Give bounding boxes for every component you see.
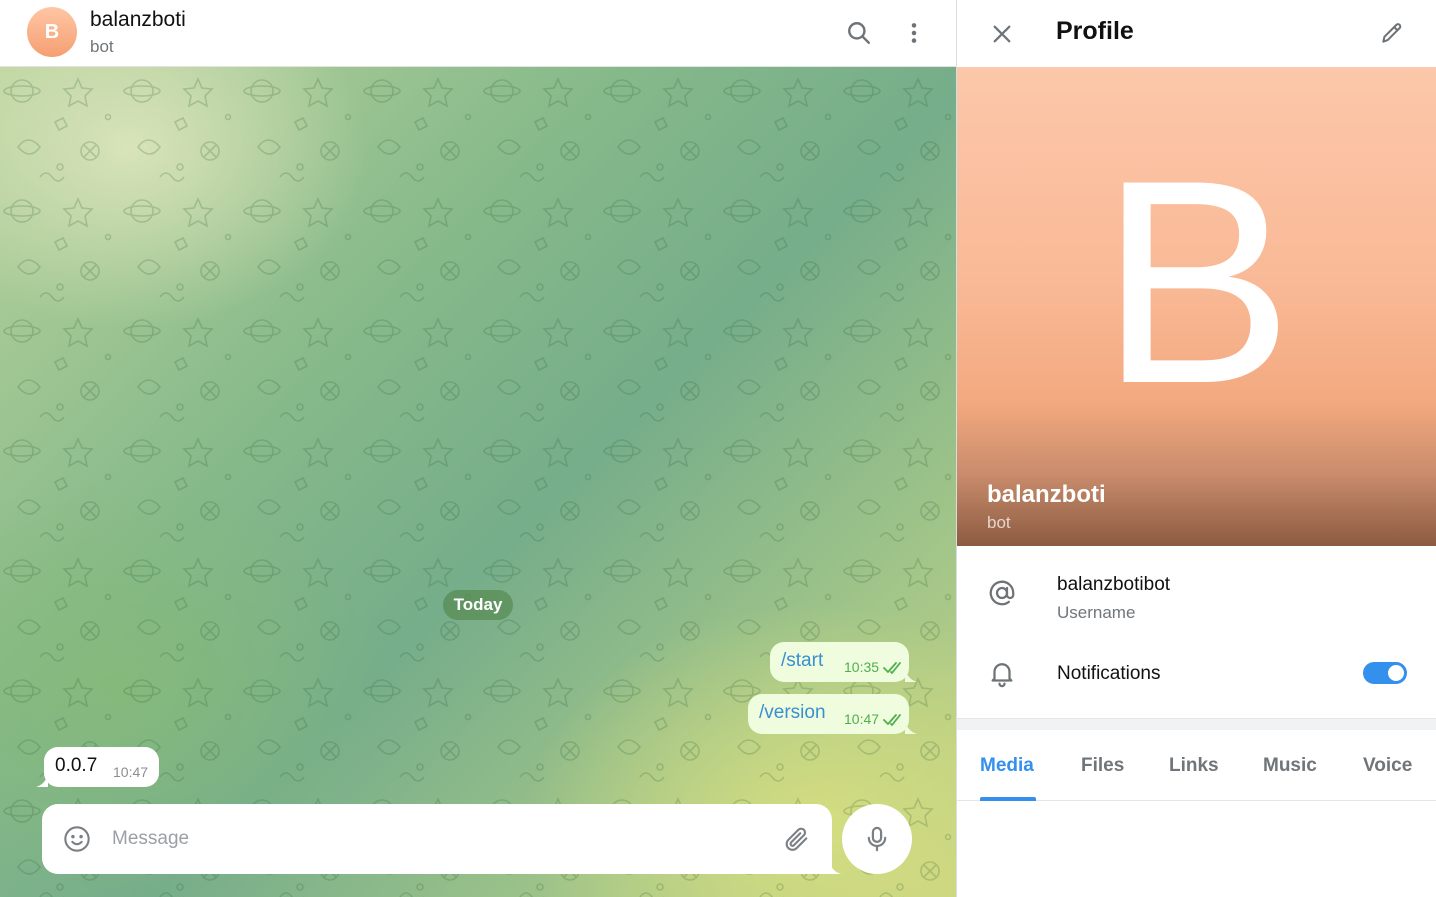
composer-tail bbox=[829, 860, 841, 874]
tab-music[interactable]: Music bbox=[1263, 755, 1317, 777]
username-row[interactable]: balanzbotibot Username bbox=[957, 546, 1436, 642]
username-label: Username bbox=[1057, 603, 1136, 622]
shared-media-tabs: Media Files Links Music Voice bbox=[957, 731, 1436, 801]
message-bubble-outgoing[interactable]: /start 10:35 bbox=[770, 642, 917, 682]
tab-media[interactable]: Media bbox=[980, 755, 1034, 777]
message-time: 10:47 bbox=[844, 711, 880, 727]
chat-panel: B balanzboti bot Today /start 10:35 /ver… bbox=[0, 0, 956, 897]
at-sign-icon bbox=[985, 576, 1019, 610]
chat-avatar[interactable]: B bbox=[27, 7, 77, 57]
tab-files[interactable]: Files bbox=[1081, 755, 1124, 777]
double-check-icon bbox=[883, 714, 901, 726]
message-text: 0.0.7 bbox=[55, 755, 98, 776]
tab-links[interactable]: Links bbox=[1169, 755, 1219, 777]
profile-panel: Profile B balanzboti bot balanzbotibot U… bbox=[957, 0, 1436, 897]
tab-voice[interactable]: Voice bbox=[1363, 755, 1412, 777]
voice-record-button[interactable] bbox=[842, 804, 912, 874]
message-text: /start bbox=[781, 650, 824, 671]
notifications-label: Notifications bbox=[1057, 663, 1161, 684]
message-input[interactable] bbox=[112, 824, 752, 854]
profile-header: Profile bbox=[957, 0, 1436, 67]
bell-icon bbox=[985, 656, 1019, 690]
paperclip-icon[interactable] bbox=[782, 824, 812, 854]
message-composer bbox=[42, 804, 841, 874]
profile-avatar-letter: B bbox=[1099, 120, 1294, 444]
chat-subtitle: bot bbox=[90, 37, 114, 56]
message-text: /version bbox=[759, 702, 826, 723]
bubble-tail bbox=[905, 668, 917, 682]
smile-icon[interactable] bbox=[62, 824, 92, 854]
chat-header[interactable]: B balanzboti bot bbox=[0, 0, 956, 67]
date-separator: Today bbox=[443, 590, 513, 620]
message-bubble-outgoing[interactable]: /version 10:47 bbox=[748, 694, 917, 734]
double-check-icon bbox=[883, 662, 901, 674]
profile-name: balanzboti bbox=[987, 481, 1106, 508]
more-vertical-icon[interactable] bbox=[897, 16, 931, 50]
close-icon[interactable] bbox=[985, 17, 1019, 51]
message-time: 10:47 bbox=[113, 764, 149, 780]
section-divider bbox=[957, 718, 1436, 730]
bubble-tail bbox=[905, 720, 917, 734]
active-tab-indicator bbox=[980, 797, 1036, 801]
message-bubble-incoming[interactable]: 0.0.7 10:47 bbox=[36, 747, 159, 787]
notifications-toggle[interactable] bbox=[1363, 662, 1407, 684]
pencil-icon[interactable] bbox=[1375, 16, 1409, 50]
bubble-tail bbox=[36, 773, 48, 787]
message-time: 10:35 bbox=[844, 659, 880, 675]
microphone-icon bbox=[867, 826, 887, 852]
chat-title[interactable]: balanzboti bbox=[90, 8, 186, 32]
toggle-knob bbox=[1386, 663, 1406, 683]
search-icon[interactable] bbox=[842, 16, 876, 50]
profile-photo[interactable]: B balanzboti bot bbox=[957, 67, 1436, 546]
profile-title: Profile bbox=[1056, 17, 1134, 45]
username-value: balanzbotibot bbox=[1057, 574, 1171, 595]
profile-subtitle: bot bbox=[987, 513, 1011, 532]
